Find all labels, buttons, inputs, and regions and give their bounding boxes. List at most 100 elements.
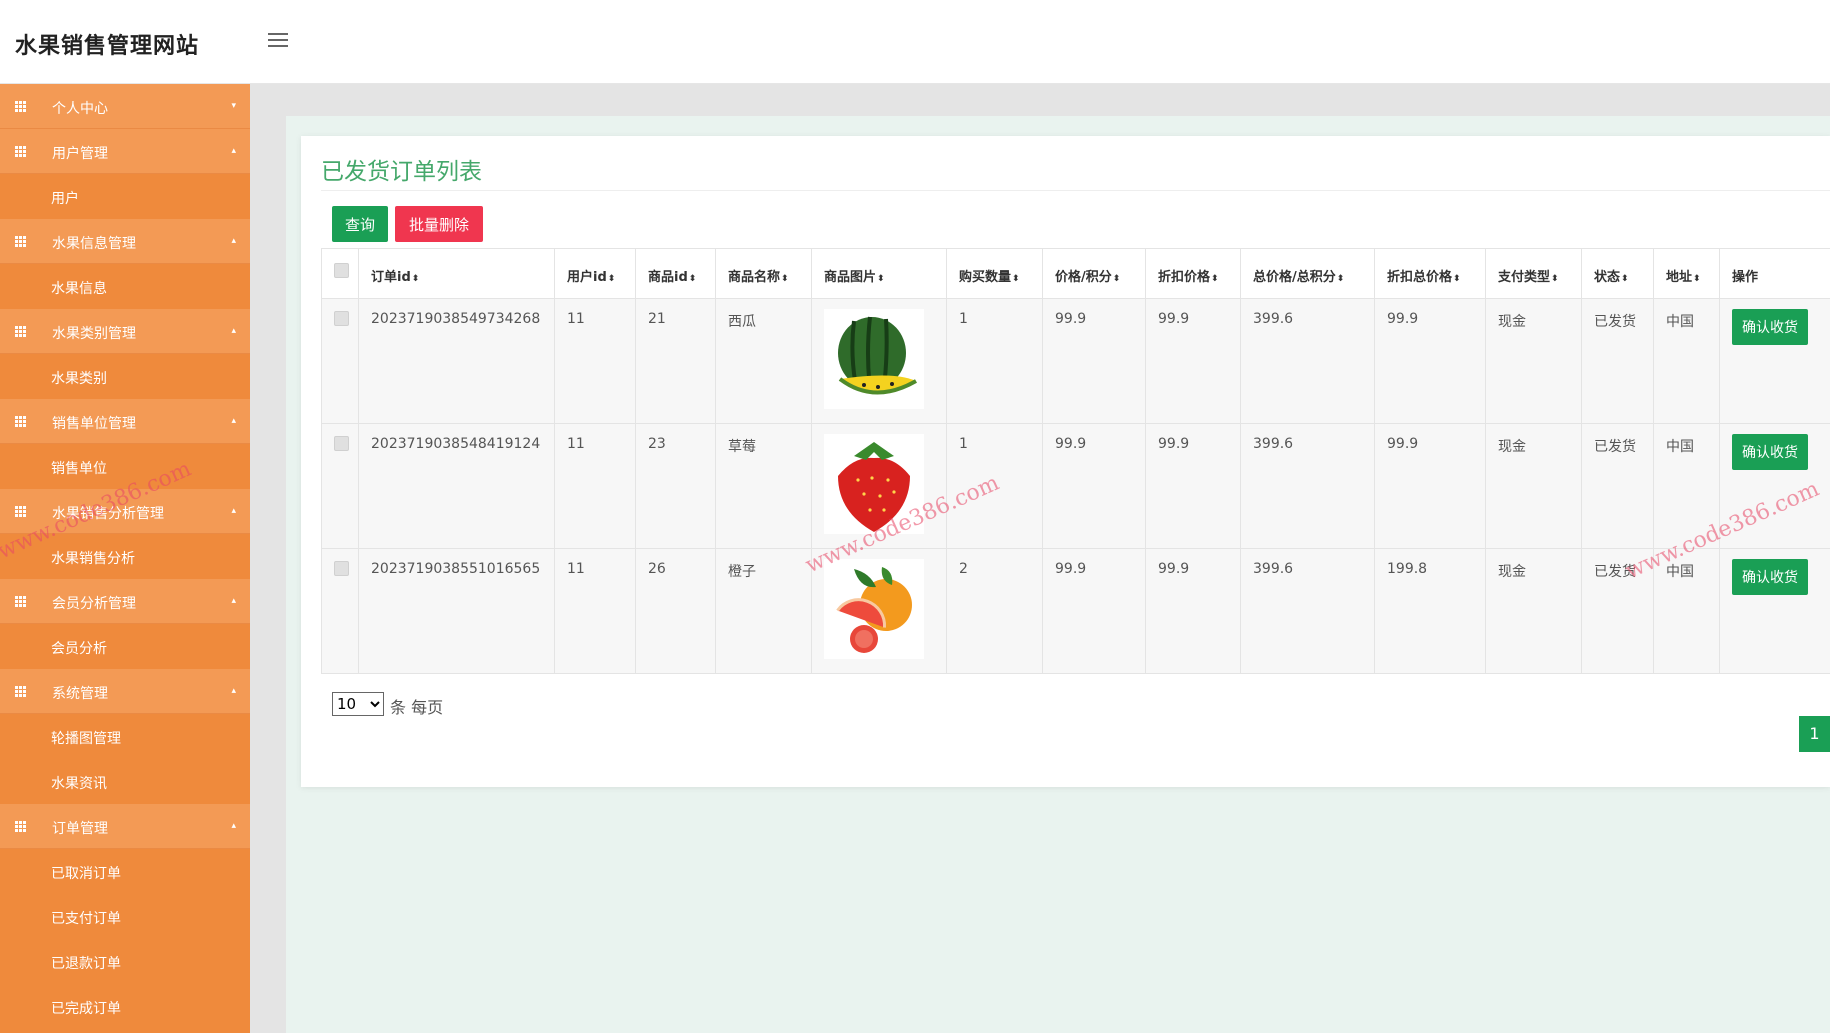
- sort-icon: ⬍: [411, 274, 420, 284]
- grid-icon: [15, 326, 27, 338]
- sidebar-group-label: 个人中心: [52, 101, 108, 117]
- caret-up-icon: ▴: [231, 596, 236, 606]
- sidebar-group-sales-unit[interactable]: 销售单位管理 ▴: [0, 399, 250, 444]
- pay-type-cell: 现金: [1485, 423, 1582, 549]
- sort-icon: ⬍: [1112, 274, 1121, 284]
- page-title: 已发货订单列表: [321, 159, 482, 185]
- site-title: 水果销售管理网站: [15, 34, 200, 59]
- row-checkbox[interactable]: [334, 561, 349, 576]
- sidebar-group-member-analysis[interactable]: 会员分析管理 ▴: [0, 579, 250, 624]
- column-header-label: 商品名称: [728, 270, 781, 285]
- sidebar-item-label: 用户: [51, 191, 79, 207]
- column-header[interactable]: 商品名称⬍: [715, 248, 812, 299]
- page-size-select[interactable]: 10: [332, 692, 384, 716]
- column-header-label: 操作: [1732, 270, 1759, 285]
- quantity-cell: 2: [946, 548, 1043, 674]
- content-left-band: [250, 116, 286, 1033]
- product-id-cell: 21: [635, 298, 716, 424]
- select-all-checkbox[interactable]: [334, 263, 349, 278]
- sidebar-group-orders[interactable]: 订单管理 ▴: [0, 804, 250, 849]
- sidebar-item-carousel[interactable]: 轮播图管理: [0, 714, 250, 759]
- batch-delete-button[interactable]: 批量删除: [395, 206, 483, 242]
- sidebar-group-user-management[interactable]: 用户管理 ▴: [0, 129, 250, 174]
- sort-icon: ⬍: [1693, 274, 1701, 284]
- sidebar-group-sales-analysis[interactable]: 水果销售分析管理 ▴: [0, 489, 250, 534]
- column-header[interactable]: 商品id⬍: [635, 248, 716, 299]
- column-header-label: 商品图片: [824, 270, 877, 285]
- caret-up-icon: ▴: [231, 821, 236, 831]
- caret-up-icon: ▴: [231, 506, 236, 516]
- discount-total-cell: 199.8: [1374, 548, 1486, 674]
- caret-up-icon: ▴: [231, 146, 236, 156]
- sidebar-item-paid-orders[interactable]: 已支付订单: [0, 894, 250, 939]
- action-cell: 确认收货: [1719, 423, 1830, 549]
- sidebar-group-fruit-category[interactable]: 水果类别管理 ▴: [0, 309, 250, 354]
- sidebar-item-fruit-news[interactable]: 水果资讯: [0, 759, 250, 804]
- confirm-receipt-button[interactable]: 确认收货: [1732, 434, 1808, 470]
- per-page-label: 条 每页: [390, 698, 444, 717]
- sort-icon: ⬍: [1336, 274, 1345, 284]
- sort-icon: ⬍: [1621, 274, 1629, 284]
- sidebar-group-label: 订单管理: [52, 821, 108, 837]
- column-header[interactable]: 总价格/总积分⬍: [1240, 248, 1375, 299]
- order-id-cell: 2023719038551016565: [358, 548, 555, 674]
- grid-icon: [15, 596, 27, 608]
- sidebar-item-users[interactable]: 用户: [0, 174, 250, 219]
- sidebar-group-label: 水果类别管理: [52, 326, 136, 342]
- sidebar-item-completed-orders[interactable]: 已完成订单: [0, 984, 250, 1029]
- column-header-label: 总价格/总积分: [1253, 270, 1336, 285]
- query-button[interactable]: 查询: [332, 206, 388, 242]
- watermelon-image: [824, 309, 924, 409]
- sidebar-group-fruit-info[interactable]: 水果信息管理 ▴: [0, 219, 250, 264]
- total-cell: 399.6: [1240, 548, 1375, 674]
- sidebar-group-system[interactable]: 系统管理 ▴: [0, 669, 250, 714]
- product-name-cell: 西瓜: [715, 298, 812, 424]
- row-checkbox[interactable]: [334, 311, 349, 326]
- sidebar-item-cancelled-orders[interactable]: 已取消订单: [0, 849, 250, 894]
- sidebar-item-label: 已支付订单: [51, 911, 121, 927]
- grid-icon: [15, 101, 27, 113]
- sidebar-item-member-analysis[interactable]: 会员分析: [0, 624, 250, 669]
- page-number-button[interactable]: 1: [1799, 716, 1830, 752]
- row-select-cell: [321, 548, 359, 674]
- title-divider: [321, 190, 1830, 191]
- orange-image: [824, 559, 924, 659]
- column-header[interactable]: 折扣总价格⬍: [1374, 248, 1486, 299]
- sidebar-item-label: 已完成订单: [51, 1001, 121, 1017]
- column-header[interactable]: 折扣价格⬍: [1145, 248, 1241, 299]
- sidebar-item-sales-analysis[interactable]: 水果销售分析: [0, 534, 250, 579]
- sidebar-item-sales-unit[interactable]: 销售单位: [0, 444, 250, 489]
- column-header[interactable]: 状态⬍: [1581, 248, 1654, 299]
- price-cell: 99.9: [1042, 548, 1146, 674]
- sidebar-item-fruit-category[interactable]: 水果类别: [0, 354, 250, 399]
- sidebar-item-fruit-info[interactable]: 水果信息: [0, 264, 250, 309]
- sort-icon: ⬍: [781, 274, 789, 284]
- hamburger-icon[interactable]: [268, 33, 288, 49]
- column-header[interactable]: 价格/积分⬍: [1042, 248, 1146, 299]
- confirm-receipt-button[interactable]: 确认收货: [1732, 559, 1808, 595]
- sidebar-group-personal-center[interactable]: 个人中心 ▾: [0, 84, 250, 129]
- user-id-cell: 11: [554, 298, 636, 424]
- sidebar-item-refunded-orders[interactable]: 已退款订单: [0, 939, 250, 984]
- product-name-cell: 橙子: [715, 548, 812, 674]
- row-checkbox[interactable]: [334, 436, 349, 451]
- grid-icon: [15, 506, 27, 518]
- confirm-receipt-button[interactable]: 确认收货: [1732, 309, 1808, 345]
- column-header[interactable]: 用户id⬍: [554, 248, 636, 299]
- column-header[interactable]: 地址⬍: [1653, 248, 1720, 299]
- sidebar-item-label: 水果类别: [51, 371, 107, 387]
- order-id-cell: 2023719038549734268: [358, 298, 555, 424]
- column-header[interactable]: 支付类型⬍: [1485, 248, 1582, 299]
- column-header[interactable]: 订单id⬍: [358, 248, 555, 299]
- user-id-cell: 11: [554, 423, 636, 549]
- pay-type-cell: 现金: [1485, 298, 1582, 424]
- price-cell: 99.9: [1042, 298, 1146, 424]
- column-header[interactable]: 购买数量⬍: [946, 248, 1043, 299]
- table-header-row: 订单id⬍ 用户id⬍ 商品id⬍ 商品名称⬍ 商品图片⬍ 购买数量⬍ 价格/积…: [321, 248, 1830, 299]
- discount-total-cell: 99.9: [1374, 423, 1486, 549]
- sort-icon: ⬍: [1012, 274, 1020, 284]
- sidebar-group-label: 会员分析管理: [52, 596, 136, 612]
- sort-icon: ⬍: [688, 274, 697, 284]
- column-header[interactable]: 商品图片⬍: [811, 248, 947, 299]
- content-top-band: [250, 84, 1830, 116]
